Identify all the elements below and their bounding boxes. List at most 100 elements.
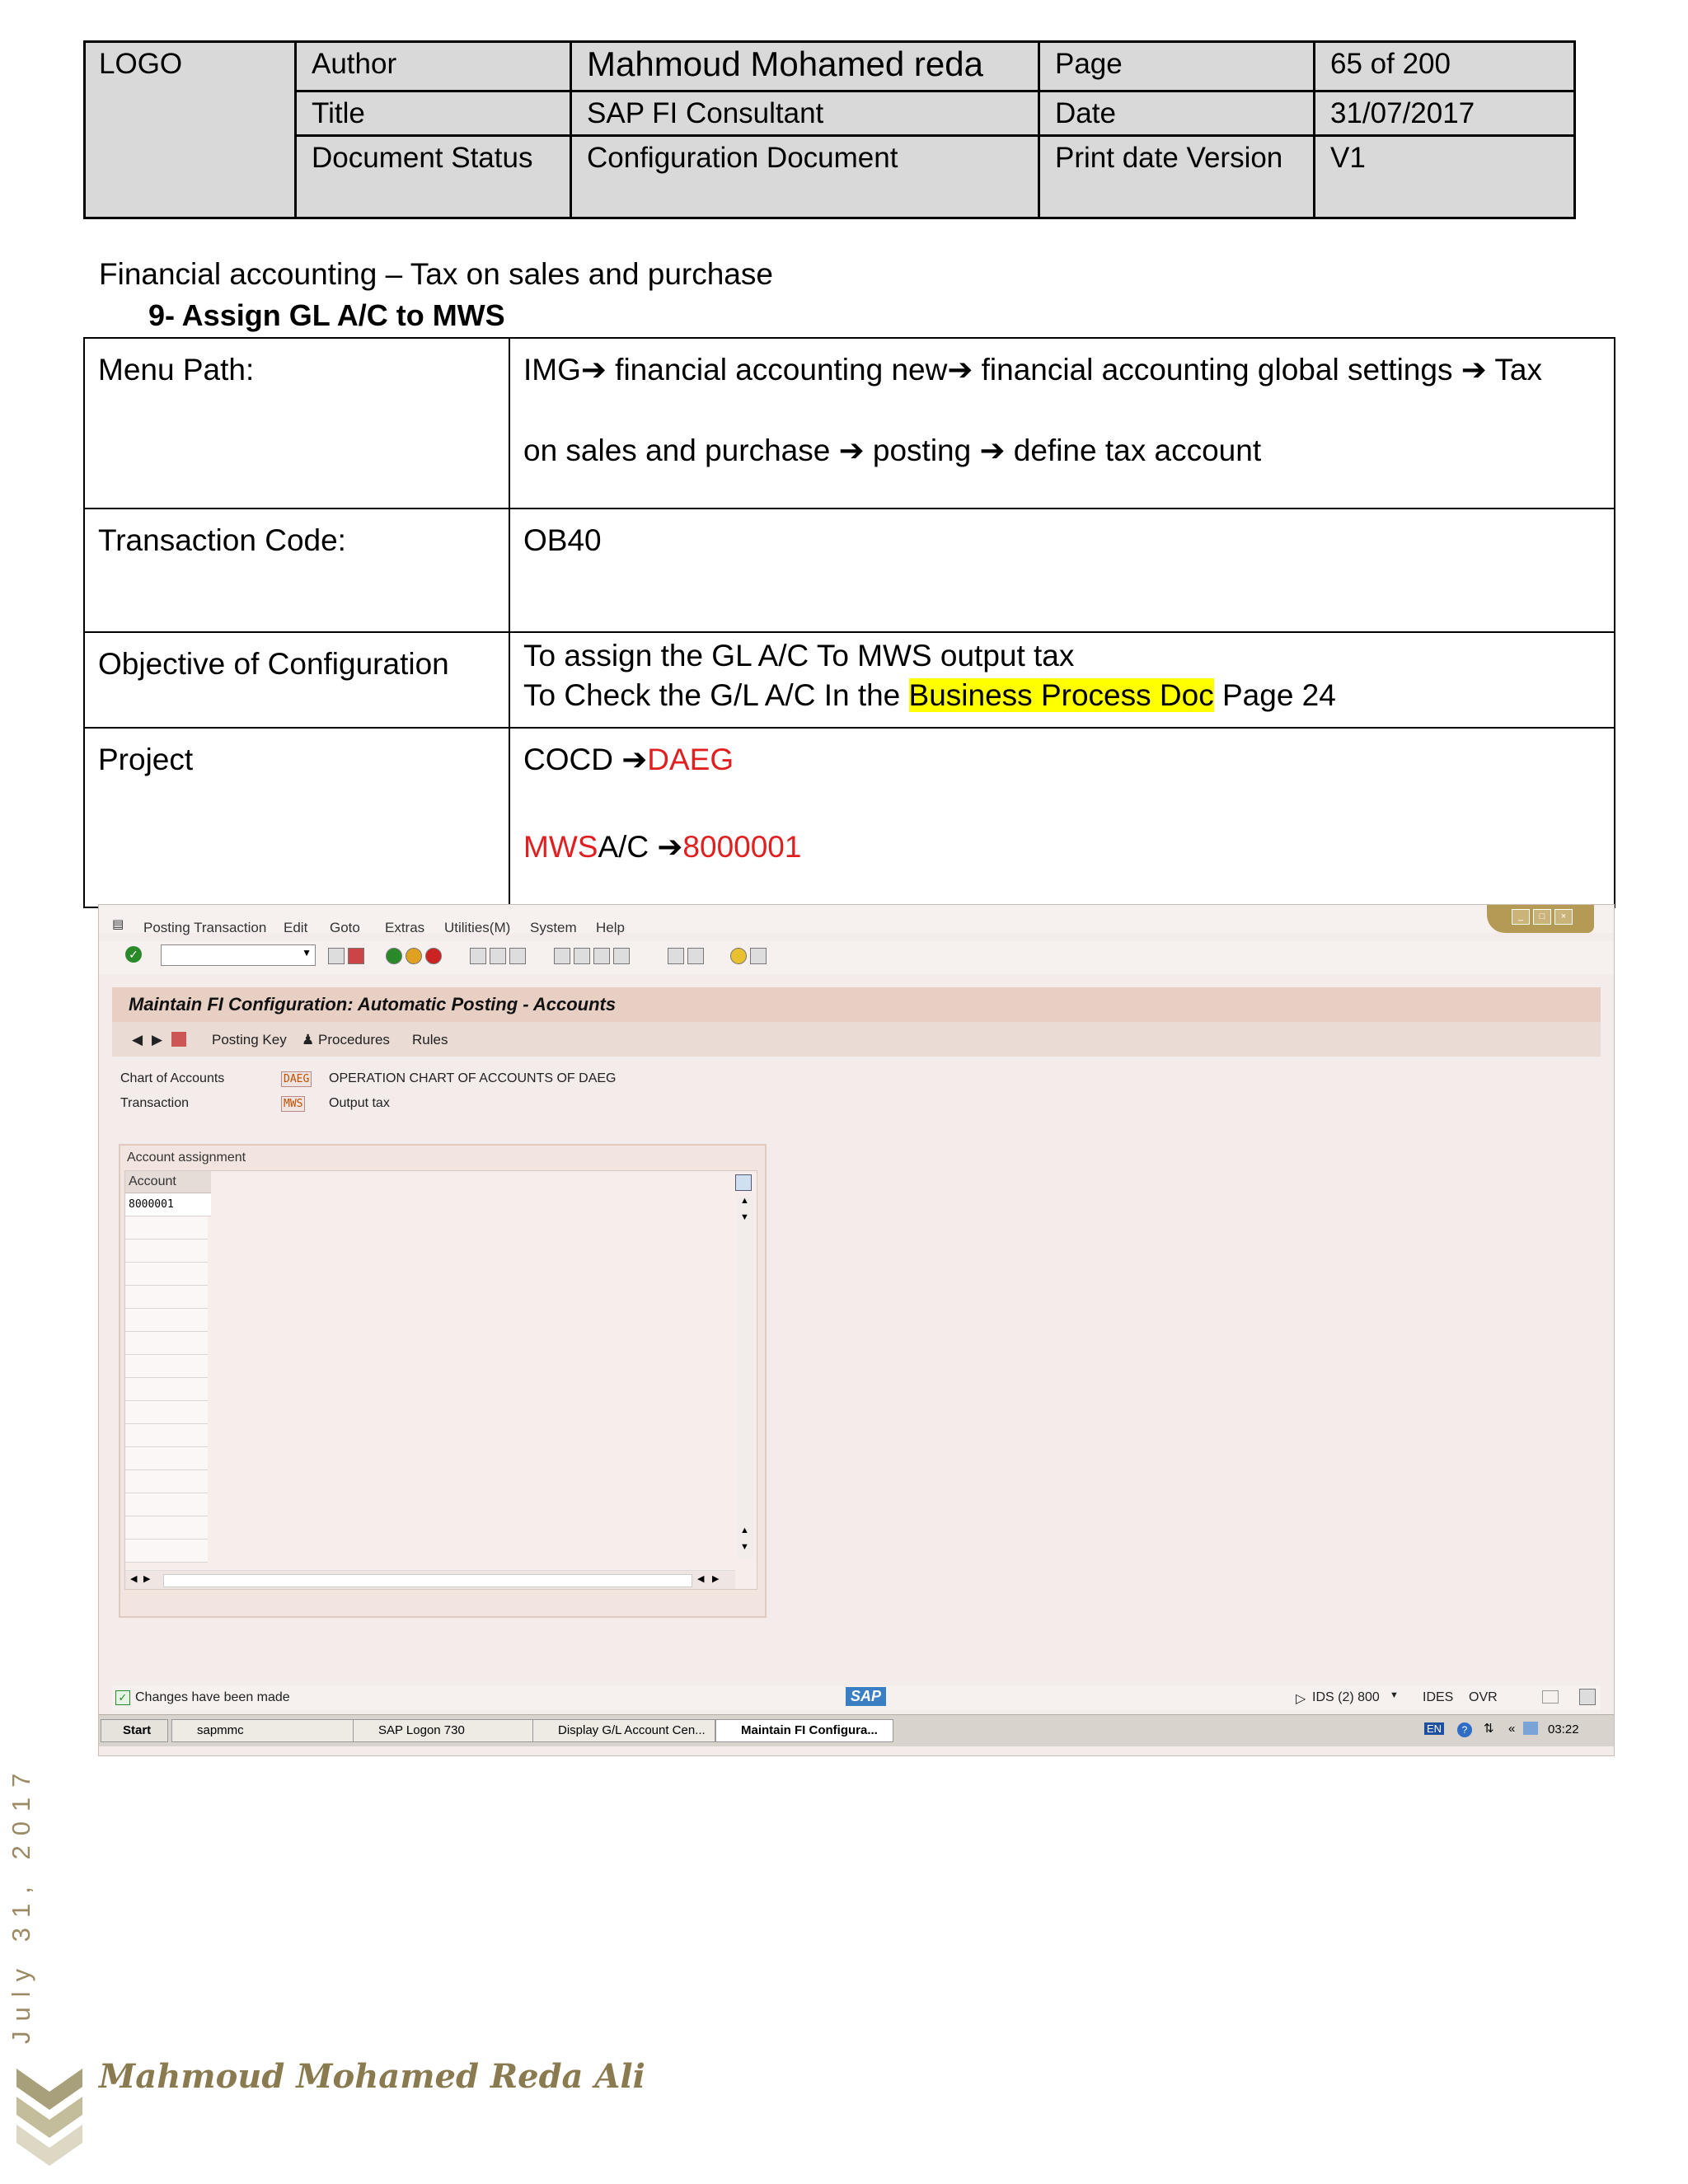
menu-path-part: financial accounting global settings xyxy=(973,353,1461,387)
chevron-down-icon[interactable]: ▼ xyxy=(302,947,312,958)
minimize-icon[interactable]: _ xyxy=(1512,909,1530,925)
project-value: COCD ➔DAEG MWSA/C ➔8000001 xyxy=(509,727,1615,908)
screen-title-bar: Maintain FI Configuration: Automatic Pos… xyxy=(112,987,1601,1023)
scroll-right-icon[interactable]: ▶ xyxy=(712,1573,719,1584)
account-cell[interactable]: 8000001 xyxy=(125,1193,211,1216)
page-value: 65 of 200 xyxy=(1313,40,1576,92)
scroll-left-icon[interactable]: ◀ xyxy=(697,1573,704,1584)
table-row[interactable] xyxy=(125,1332,208,1355)
close-icon[interactable]: × xyxy=(1554,909,1573,925)
new-session-icon[interactable] xyxy=(668,948,684,964)
table-row[interactable] xyxy=(125,1516,208,1540)
rules-button[interactable]: Rules xyxy=(412,1032,448,1048)
table-row[interactable] xyxy=(125,1240,208,1263)
procedures-button[interactable]: Procedures xyxy=(318,1032,390,1048)
taskbar-item-sapmmc[interactable]: sapmmc xyxy=(171,1719,358,1742)
menu-path-img: IMG xyxy=(523,353,581,387)
previous-page-icon[interactable] xyxy=(574,948,590,964)
table-row[interactable] xyxy=(125,1263,208,1286)
cancel-icon[interactable] xyxy=(425,948,442,964)
window-controls: _ □ × xyxy=(1487,905,1594,933)
system-info[interactable]: IDS (2) 800 xyxy=(1312,1690,1380,1705)
table-row[interactable] xyxy=(125,1470,208,1493)
sap-standard-toolbar: ✓ ▼ xyxy=(99,941,1614,974)
arrow-icon: ➔ xyxy=(580,353,607,387)
transaction-desc: Output tax xyxy=(329,1096,390,1110)
chevron-down-icon[interactable]: ▼ xyxy=(1390,1690,1399,1700)
vertical-scrollbar[interactable]: ▲ ▼ ▲ ▼ xyxy=(737,1196,753,1558)
scroll-down-icon[interactable]: ▼ xyxy=(740,1212,749,1222)
status-expand-icon[interactable]: ▷ xyxy=(1296,1690,1306,1707)
transaction-field[interactable]: MWS xyxy=(281,1096,306,1112)
shortcut-icon[interactable] xyxy=(687,948,704,964)
scroll-up-icon[interactable]: ▲ xyxy=(740,1196,749,1206)
taskbar-item-maintain-fi[interactable]: Maintain FI Configura... xyxy=(715,1719,893,1742)
print-icon[interactable] xyxy=(470,948,486,964)
mws-account-value: 8000001 xyxy=(682,830,802,864)
back-nav-icon[interactable] xyxy=(328,948,345,964)
table-row[interactable] xyxy=(125,1493,208,1516)
menu-system[interactable]: System xyxy=(530,920,577,936)
author-label: Author xyxy=(294,40,572,92)
layout-icon[interactable] xyxy=(750,948,767,964)
find-icon[interactable] xyxy=(490,948,506,964)
windows-taskbar: Start sapmmc SAP Logon 730 Display G/L A… xyxy=(99,1714,1614,1746)
status-message: Changes have been made xyxy=(135,1690,290,1704)
table-row[interactable] xyxy=(125,1401,208,1424)
enter-icon[interactable]: ✓ xyxy=(125,946,142,963)
maximize-icon[interactable]: □ xyxy=(1533,909,1551,925)
scroll-down-icon[interactable]: ▼ xyxy=(740,1542,749,1552)
table-row[interactable] xyxy=(125,1540,208,1563)
next-page-icon[interactable] xyxy=(593,948,610,964)
exit-icon[interactable] xyxy=(406,948,422,964)
help-icon[interactable] xyxy=(730,948,747,964)
table-row[interactable] xyxy=(125,1286,208,1309)
objective-value: To assign the GL A/C To MWS output tax T… xyxy=(509,631,1615,729)
menu-goto[interactable]: Goto xyxy=(330,920,360,936)
start-button[interactable]: Start xyxy=(101,1719,168,1742)
taskbar-clock: 03:22 xyxy=(1548,1722,1579,1736)
table-settings-icon[interactable] xyxy=(735,1174,752,1191)
find-next-icon[interactable] xyxy=(509,948,526,964)
menu-utilities[interactable]: Utilities(M) xyxy=(444,920,510,936)
scroll-left-icon[interactable]: ◀ xyxy=(130,1573,137,1584)
menu-posting-transaction[interactable]: Posting Transaction xyxy=(143,920,266,936)
server-info: IDES xyxy=(1423,1690,1454,1704)
taskbar-item-display-gl[interactable]: Display G/L Account Cen... xyxy=(532,1719,715,1742)
account-column-header[interactable]: Account xyxy=(125,1171,211,1193)
posting-key-button[interactable]: Posting Key xyxy=(212,1032,287,1048)
scroll-right-icon[interactable]: ▶ xyxy=(143,1573,150,1584)
command-field[interactable]: ▼ xyxy=(161,944,316,966)
prev-entry-icon[interactable]: ◀ xyxy=(132,1032,143,1048)
last-page-icon[interactable] xyxy=(613,948,630,964)
next-entry-icon[interactable]: ▶ xyxy=(152,1032,162,1048)
taskbar-item-sap-logon[interactable]: SAP Logon 730 xyxy=(353,1719,534,1742)
horizontal-scrollbar[interactable]: ◀ ▶ ◀ ▶ xyxy=(125,1570,735,1589)
table-row[interactable] xyxy=(125,1378,208,1401)
scroll-track[interactable] xyxy=(163,1574,692,1587)
objective-highlight: Business Process Doc xyxy=(908,678,1214,712)
menu-path-part: Tax xyxy=(1486,353,1542,387)
table-row[interactable] xyxy=(125,1216,208,1240)
table-row[interactable] xyxy=(125,1447,208,1470)
author-value: Mahmoud Mohamed reda xyxy=(570,40,1040,92)
table-row[interactable] xyxy=(125,1355,208,1378)
scroll-up-icon[interactable]: ▲ xyxy=(740,1526,749,1535)
save-icon[interactable] xyxy=(348,948,364,964)
screen-title: Maintain FI Configuration: Automatic Pos… xyxy=(129,994,617,1015)
chevron-left-icon[interactable]: « xyxy=(1508,1722,1515,1736)
table-row[interactable] xyxy=(125,1424,208,1447)
menu-edit[interactable]: Edit xyxy=(284,920,307,936)
menu-path-part: financial accounting new xyxy=(606,353,948,387)
first-page-icon[interactable] xyxy=(554,948,570,964)
title-label: Title xyxy=(294,90,572,137)
table-row[interactable] xyxy=(125,1309,208,1332)
help-icon[interactable]: ? xyxy=(1457,1722,1472,1737)
back-icon[interactable] xyxy=(386,948,402,964)
lock-icon[interactable] xyxy=(1579,1689,1596,1705)
insert-mode[interactable]: OVR xyxy=(1469,1690,1498,1705)
chart-of-accounts-field[interactable]: DAEG xyxy=(281,1071,312,1087)
menu-extras[interactable]: Extras xyxy=(385,920,424,936)
language-indicator[interactable]: EN xyxy=(1424,1722,1445,1735)
menu-help[interactable]: Help xyxy=(596,920,625,936)
